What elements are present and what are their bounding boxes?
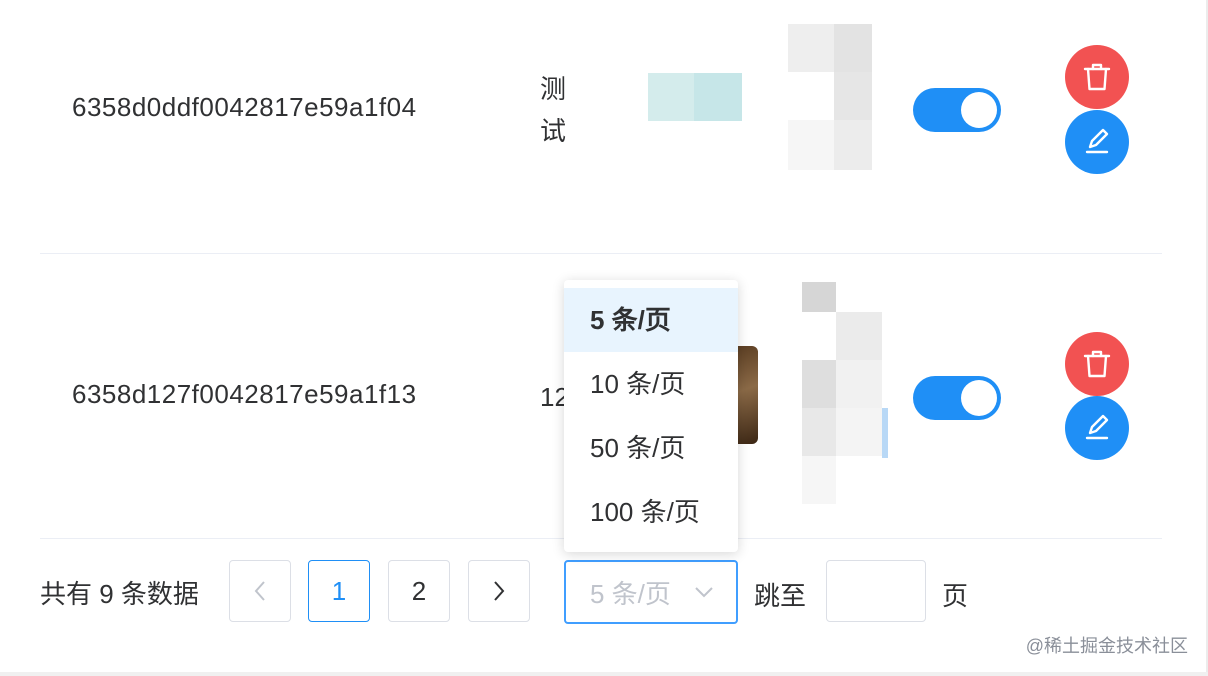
chevron-left-icon [254, 581, 265, 601]
edit-button[interactable] [1065, 396, 1129, 460]
page-1-button[interactable]: 1 [308, 560, 370, 622]
page-size-option-50[interactable]: 50 条/页 [564, 416, 738, 480]
jump-page-input[interactable] [826, 560, 926, 622]
delete-button[interactable] [1065, 332, 1129, 396]
row-name: 测试 [540, 74, 567, 146]
status-toggle[interactable] [913, 376, 1001, 420]
chevron-right-icon [494, 581, 505, 601]
page-size-option-100[interactable]: 100 条/页 [564, 480, 738, 544]
row-id: 6358d0ddf0042817e59a1f04 [72, 92, 417, 122]
page-2-button[interactable]: 2 [388, 560, 450, 622]
watermark: @稀土掘金技术社区 [1025, 636, 1188, 656]
row-id: 6358d127f0042817e59a1f13 [72, 379, 417, 409]
table-page: 6358d0ddf0042817e59a1f04 测试 6358d127f004… [0, 0, 1208, 676]
page-size-select[interactable]: 5 条/页 [564, 560, 738, 624]
delete-button[interactable] [1065, 45, 1129, 109]
chevron-down-icon [695, 587, 713, 598]
blurred-image [802, 282, 892, 510]
status-toggle[interactable] [913, 88, 1001, 132]
pencil-icon [1085, 414, 1109, 440]
total-count: 共有 9 条数据 [40, 579, 199, 609]
page-size-option-10[interactable]: 10 条/页 [564, 352, 738, 416]
jump-label: 跳至 [754, 581, 807, 611]
blurred-image [788, 24, 872, 170]
pagination: 共有 9 条数据 1 2 5 条/页 跳至 页 [40, 560, 1162, 624]
page-size-option-5[interactable]: 5 条/页 [564, 288, 738, 352]
pencil-icon [1085, 128, 1109, 154]
toggle-knob [961, 380, 997, 416]
toggle-knob [961, 92, 997, 128]
bottom-edge [0, 672, 1208, 676]
table-row: 6358d0ddf0042817e59a1f04 测试 [40, 0, 1162, 254]
thumbnail-image [648, 73, 742, 121]
trash-icon [1083, 63, 1111, 91]
next-page-button[interactable] [468, 560, 530, 622]
page-size-value: 5 条/页 [590, 578, 671, 609]
page-suffix-label: 页 [942, 581, 969, 611]
prev-page-button[interactable] [229, 560, 291, 622]
edit-button[interactable] [1065, 110, 1129, 174]
page-size-dropdown: 5 条/页 10 条/页 50 条/页 100 条/页 [564, 280, 738, 552]
trash-icon [1083, 350, 1111, 378]
